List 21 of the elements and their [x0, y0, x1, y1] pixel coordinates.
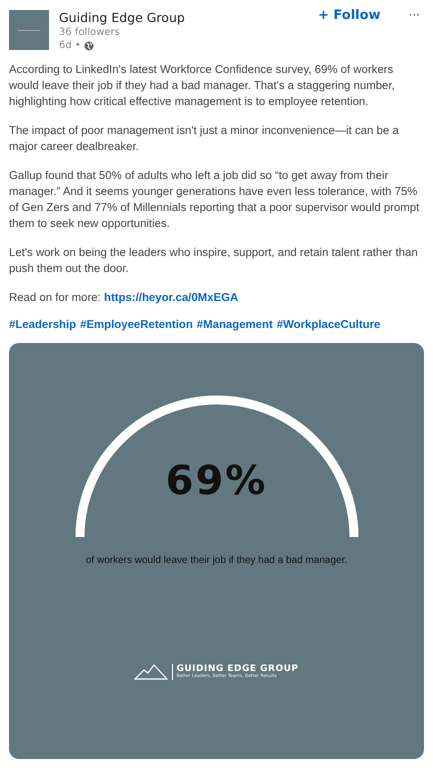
mountain-icon — [134, 664, 168, 680]
post-paragraph: Let's work on being the leaders who inspire, support, and retain talent rather than push them out the door. — [9, 246, 419, 277]
post-paragraph: According to LinkedIn's latest Workforce Confidence survey, 69% of workers would leave their job if they had a bad manager. That's a staggering number, highlighting how critical effective management is to employee retention. — [9, 63, 396, 110]
post-age: 6d • — [59, 39, 81, 52]
post-paragraph: Gallup found that 50% of adults who left a job did so “to get away from their manager.” And it seems younger generations have even less tolerance, with 75% of Gen Zers and 77% of Millennials reporting that a poor supervisor would prompt them to seek new opportunities. — [9, 169, 420, 232]
author-name[interactable]: Guiding Edge Group — [59, 10, 308, 26]
logo-name: GUIDING EDGE GROUP — [176, 664, 299, 674]
follow-button[interactable]: + Follow — [318, 8, 381, 23]
stat-value: 69% — [166, 458, 268, 504]
company-logo[interactable] — [9, 10, 49, 50]
hashtag-link[interactable]: #Leadership — [9, 319, 76, 331]
post-link[interactable]: https://heyor.ca/0MxEGA — [104, 292, 238, 304]
more-button[interactable]: ··· — [404, 8, 424, 22]
post-paragraph: The impact of poor management isn't just a minor inconvenience—it can be a major career dealbreaker. — [9, 124, 400, 155]
post-paragraph: Read on for more: https://heyor.ca/0MxEGA — [9, 291, 240, 306]
stat-caption: of workers would leave their job if they had a bad manager. — [86, 555, 348, 566]
hashtag-link[interactable]: #WorkplaceCulture — [276, 319, 380, 331]
follower-count: 36 followers — [59, 26, 121, 39]
hashtag-link[interactable]: #EmployeeRetention — [80, 319, 193, 331]
hashtag-link[interactable]: #Management — [196, 319, 273, 331]
globe-icon — [84, 40, 94, 50]
